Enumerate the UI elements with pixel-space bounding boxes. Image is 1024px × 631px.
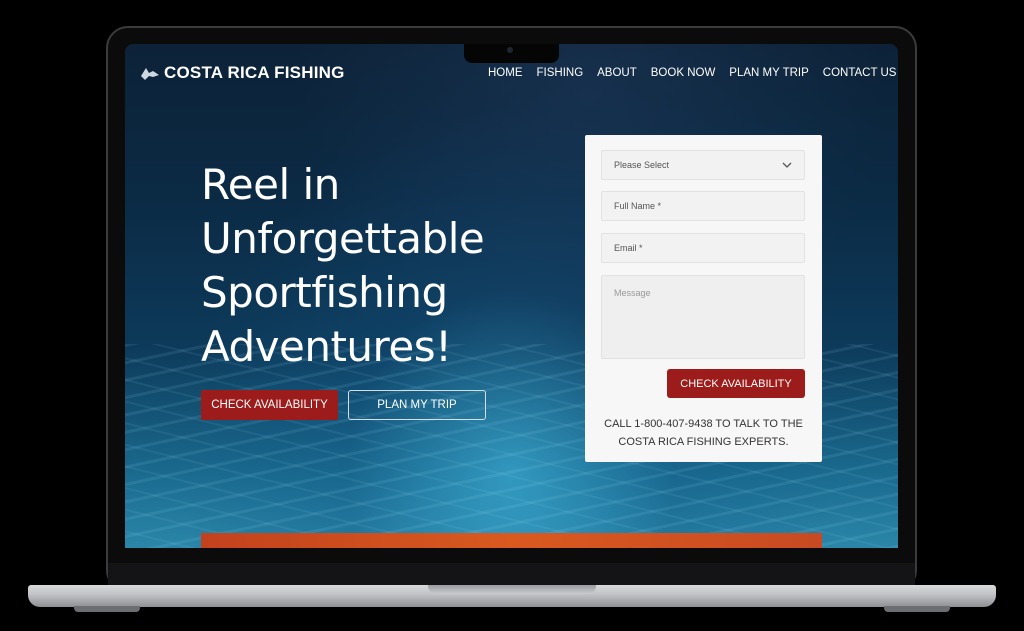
next-section-strip bbox=[201, 533, 822, 548]
nav-fishing[interactable]: FISHING bbox=[537, 67, 584, 79]
laptop-foot-right bbox=[884, 606, 950, 612]
nav-contact-us[interactable]: CONTACT US bbox=[823, 67, 897, 79]
hero-title: Reel in Unforgettable Sportfishing Adven… bbox=[201, 160, 485, 371]
nav-book-now[interactable]: BOOK NOW bbox=[651, 67, 716, 79]
brand-name: COSTA RICA FISHING bbox=[164, 63, 345, 82]
check-availability-button[interactable]: CHECK AVAILABILITY bbox=[201, 390, 338, 420]
full-name-placeholder: Full Name * bbox=[614, 201, 662, 211]
plan-my-trip-button[interactable]: PLAN MY TRIP bbox=[348, 390, 486, 420]
message-field[interactable]: Message bbox=[601, 275, 805, 359]
call-experts-text: CALL 1-800-407-9438 TO TALK TO THE COSTA… bbox=[604, 418, 803, 448]
nav-home[interactable]: HOME bbox=[488, 67, 523, 79]
nav-plan-my-trip[interactable]: PLAN MY TRIP bbox=[729, 67, 808, 79]
email-placeholder: Email * bbox=[614, 243, 643, 253]
booking-form: Please Select Full Name * Email * Messag… bbox=[585, 135, 822, 462]
nav-about[interactable]: ABOUT bbox=[597, 67, 637, 79]
select-placeholder: Please Select bbox=[614, 160, 670, 170]
full-name-field[interactable]: Full Name * bbox=[601, 191, 805, 221]
sailfish-icon bbox=[141, 68, 159, 80]
form-check-availability-button[interactable]: CHECK AVAILABILITY bbox=[667, 369, 805, 398]
webcam-icon bbox=[507, 47, 513, 53]
chevron-down-icon bbox=[782, 162, 792, 168]
brand-logo[interactable]: COSTA RICA FISHING bbox=[140, 63, 345, 83]
laptop-bottom-bezel bbox=[108, 563, 915, 585]
main-nav: HOME FISHING ABOUT BOOK NOW PLAN MY TRIP… bbox=[488, 67, 896, 79]
email-field[interactable]: Email * bbox=[601, 233, 805, 263]
laptop-opening-notch bbox=[428, 585, 596, 594]
laptop-foot-left bbox=[74, 606, 140, 612]
trip-select[interactable]: Please Select bbox=[601, 150, 805, 180]
message-placeholder: Message bbox=[614, 288, 651, 298]
